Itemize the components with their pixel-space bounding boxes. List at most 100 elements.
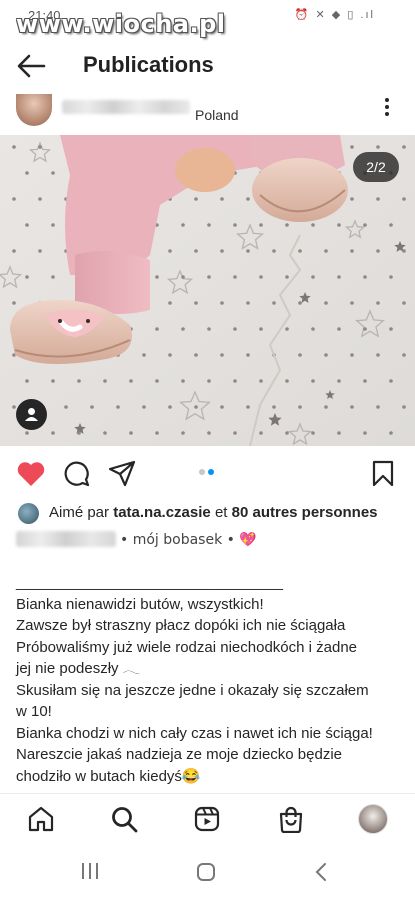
floor-dot — [181, 223, 185, 227]
bookmark-icon — [372, 460, 394, 487]
more-options-button[interactable] — [377, 95, 397, 119]
floor-dot — [233, 275, 237, 279]
floor-dot — [376, 405, 380, 409]
image-counter: 2/2 — [353, 152, 399, 182]
floor-dot — [337, 223, 341, 227]
floor-dot — [155, 275, 159, 279]
nav-search[interactable] — [111, 806, 138, 838]
floor-dot — [207, 431, 211, 435]
floor-dot — [363, 223, 367, 227]
floor-dot — [181, 275, 185, 279]
floor-dot — [363, 379, 367, 383]
floor-dot — [402, 301, 406, 305]
floor-dot — [233, 223, 237, 227]
floor-dot — [402, 145, 406, 149]
floor-dot — [285, 275, 289, 279]
author-name-blurred[interactable] — [62, 100, 190, 114]
caption-line: w 10! — [16, 703, 52, 720]
caption-line: Bianka nienawidzi butów, wszystkich! — [16, 595, 264, 613]
user-tag-icon — [25, 408, 38, 421]
floor-dot — [129, 379, 133, 383]
floor-dot — [64, 405, 68, 409]
likes-prefix: Aimé par — [49, 504, 110, 521]
floor-dot — [155, 327, 159, 331]
floor-dot — [12, 197, 16, 201]
floor-dot — [402, 353, 406, 357]
back-button[interactable] — [16, 53, 48, 79]
floor-dot — [207, 223, 211, 227]
author-avatar[interactable] — [16, 94, 52, 126]
likes-row[interactable]: Aimé par tata.na.czasie et 80 autres per… — [18, 500, 408, 526]
floor-dot — [298, 353, 302, 357]
comment-button[interactable] — [63, 460, 90, 492]
search-icon — [112, 807, 138, 833]
nav-reels[interactable] — [194, 806, 220, 837]
home-circle-icon — [197, 863, 215, 881]
bottom-navigation — [0, 794, 415, 844]
floor-dot — [233, 327, 237, 331]
system-back-button[interactable] — [314, 862, 328, 887]
floor-dot — [389, 379, 393, 383]
caption-line: Skusiłam się na jeszcze jedne i okazały … — [16, 681, 369, 699]
floor-dot — [155, 431, 159, 435]
floor-dot — [12, 249, 16, 253]
floor-dot — [25, 379, 29, 383]
share-button[interactable] — [108, 460, 136, 492]
system-navigation — [0, 844, 415, 900]
floor-dot — [389, 327, 393, 331]
send-icon — [108, 460, 136, 487]
floor-dot — [246, 353, 250, 357]
photo-scene — [0, 135, 415, 446]
floor-dot — [25, 171, 29, 175]
tags-button[interactable] — [16, 399, 47, 430]
floor-dot — [350, 197, 354, 201]
nav-profile-avatar[interactable] — [358, 804, 388, 834]
floor-dot — [51, 431, 55, 435]
post-photo[interactable]: 2/2 — [0, 135, 415, 446]
nav-home[interactable] — [27, 806, 55, 837]
floor-dot — [337, 431, 341, 435]
floor-dot — [129, 431, 133, 435]
likes-others[interactable]: 80 autres personnes — [232, 504, 378, 521]
system-home-button[interactable] — [196, 862, 216, 887]
floor-dot — [25, 431, 29, 435]
floor-dot — [311, 275, 315, 279]
carousel-dot — [199, 469, 205, 475]
floor-dot — [220, 405, 224, 409]
like-button[interactable] — [16, 460, 46, 492]
floor-dot — [272, 301, 276, 305]
caption-author-blurred[interactable] — [16, 531, 116, 547]
save-button[interactable] — [372, 460, 394, 492]
floor-dot — [181, 327, 185, 331]
floor-dot — [246, 197, 250, 201]
floor-dot — [259, 327, 263, 331]
floor-dot — [337, 275, 341, 279]
floor-dot — [220, 353, 224, 357]
floor-dot — [298, 249, 302, 253]
floor-dot — [324, 249, 328, 253]
likes-user[interactable]: tata.na.czasie — [113, 504, 211, 521]
nav-shop[interactable] — [278, 806, 304, 838]
floor-dot — [324, 301, 328, 305]
caption-line: Zawsze był straszny płacz dopóki ich nie… — [16, 617, 346, 634]
recent-apps-button[interactable] — [80, 862, 100, 885]
caption-hashtag-line: • mój bobasek • 💖 — [120, 532, 257, 548]
floor-dot — [142, 353, 146, 357]
watermark: www.wiocha.pl — [16, 10, 226, 38]
floor-dot — [311, 431, 315, 435]
floor-dot — [194, 197, 198, 201]
post-location[interactable]: Poland — [195, 107, 239, 123]
floor-dot — [12, 301, 16, 305]
floor-dot — [25, 223, 29, 227]
floor-dot — [376, 301, 380, 305]
floor-dot — [389, 223, 393, 227]
floor-dot — [389, 431, 393, 435]
floor-dot — [194, 301, 198, 305]
floor-dot — [246, 301, 250, 305]
more-vertical-icon — [385, 98, 389, 116]
caption-line: ________________________________ — [16, 574, 283, 591]
floor-dot — [25, 275, 29, 279]
floor-dot — [246, 405, 250, 409]
floor-dot — [194, 405, 198, 409]
floor-dot — [285, 223, 289, 227]
